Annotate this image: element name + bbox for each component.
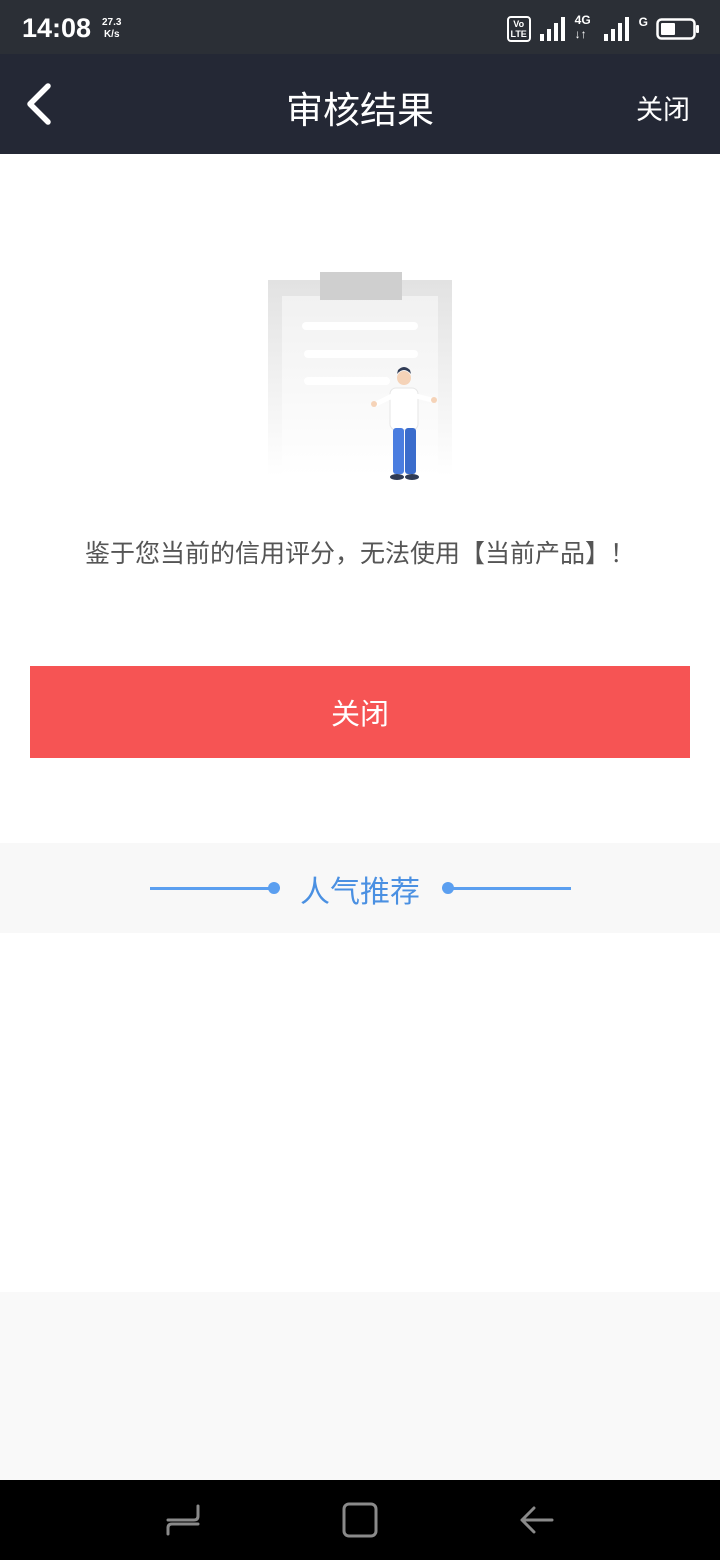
rejection-illustration [260,266,460,486]
network-speed-value: 27.3 [102,17,122,28]
data-arrows-icon: ↓↑ [574,27,587,41]
home-icon [342,1502,378,1538]
signal-icon [603,17,629,41]
recent-apps-button[interactable] [160,1500,204,1540]
header-close-link[interactable]: 关闭 [636,88,690,127]
recommend-right-line [448,887,571,890]
page-title: 审核结果 [286,89,434,132]
network-4g-label: 4G [574,13,591,27]
network-4g-icon: 4G ↓↑ [574,13,595,43]
battery-icon [656,18,699,40]
home-button[interactable] [338,1500,382,1540]
back-icon [520,1506,554,1534]
volte-bottom-text: LTE [510,29,527,39]
nav-back-button[interactable] [514,1500,558,1540]
network-speed-unit: K/s [103,29,120,40]
bottom-area [0,1292,720,1480]
signal-icon [539,17,565,41]
clipboard-person-illustration [268,272,452,480]
volte-top-text: Vo [513,19,525,29]
status-time: 14:08 [22,13,92,43]
recommend-title: 人气推荐 [300,875,420,910]
rejection-message: 鉴于您当前的信用评分，无法使用【当前产品】！ [84,539,635,568]
recommend-section: 人气推荐 [0,843,720,933]
status-bar: 14:08 27.3 K/s Vo LTE 4G ↓↑ G [0,0,720,54]
network-g-label: G [638,15,648,29]
network-speed: 27.3 K/s [102,17,121,41]
close-button[interactable]: 关闭 [30,666,690,758]
header: 审核结果 关闭 [0,54,720,154]
volte-icon: Vo LTE [506,16,531,42]
recent-apps-icon [166,1504,200,1536]
navigation-bar [0,1480,720,1560]
status-icons: Vo LTE 4G ↓↑ G [506,13,700,44]
